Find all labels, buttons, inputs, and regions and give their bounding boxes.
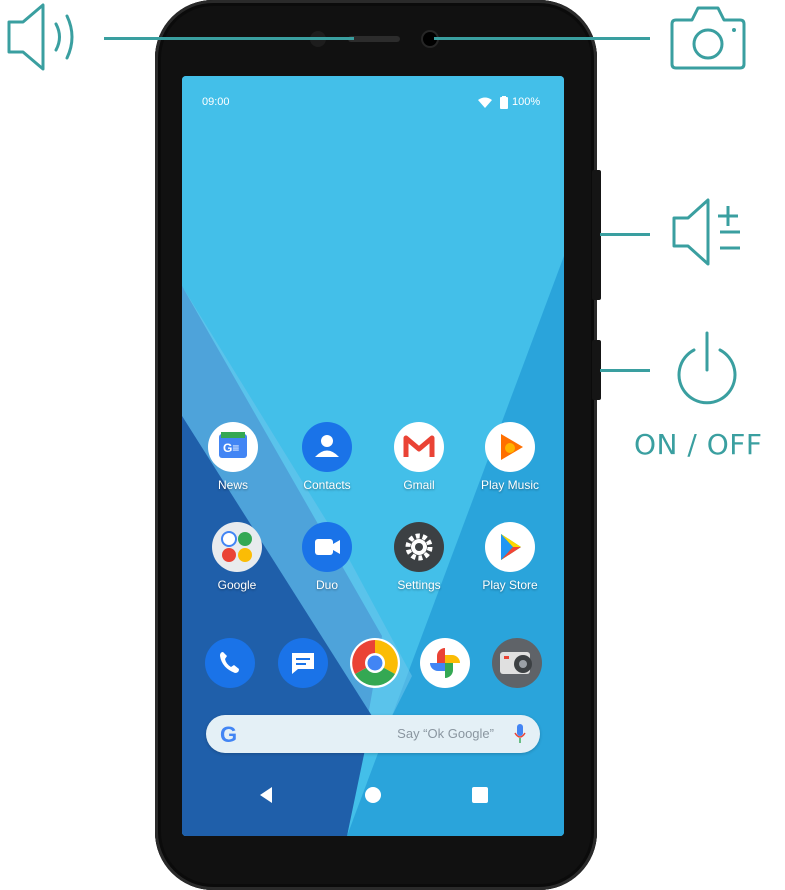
play-store-icon [485,522,535,572]
search-hint: Say “Ok Google” [397,726,494,741]
app-play-music[interactable]: Play Music [465,422,555,492]
duo-icon [302,522,352,572]
camera-icon[interactable] [492,638,542,688]
wifi-icon [478,97,492,108]
app-google-folder[interactable]: Google [192,522,282,592]
status-time: 09:00 [202,96,230,108]
google-search-bar[interactable]: G Say “Ok Google” [206,715,540,753]
earpiece-speaker [348,36,400,42]
app-label: Settings [397,578,441,592]
app-gmail[interactable]: Gmail [374,422,464,492]
app-news[interactable]: G≡ News [188,422,278,492]
app-duo[interactable]: Duo [282,522,372,592]
volume-callout-line [600,233,650,236]
speaker-callout-line [104,37,354,40]
front-camera-icon [670,6,746,70]
app-play-store[interactable]: Play Store [465,522,555,592]
photos-icon[interactable] [420,638,470,688]
phone-icon[interactable] [205,638,255,688]
app-settings[interactable]: Settings [374,522,464,592]
app-label: Google [217,578,257,592]
app-label: Play Music [480,478,539,492]
chrome-icon[interactable] [350,638,400,688]
settings-icon [394,522,444,572]
messages-icon[interactable] [278,638,328,688]
power-label: ON / OFF [634,428,763,461]
google-folder-icon [212,522,262,572]
app-contacts[interactable]: Contacts [282,422,372,492]
contacts-icon [302,422,352,472]
recents-icon[interactable] [472,787,488,803]
volume-up-down-icon [672,198,740,266]
camera-callout-line [434,37,650,40]
microphone-icon[interactable] [514,724,526,744]
home-icon[interactable] [364,786,382,804]
home-screen: 09:00 100% G≡ News Contacts Gmail Play M… [182,76,564,836]
app-label: Play Store [482,578,538,592]
google-logo: G [220,722,238,747]
svg-text:G≡: G≡ [223,441,239,455]
gmail-icon [394,422,444,472]
back-icon[interactable] [258,786,274,804]
speaker-icon [7,3,74,71]
news-icon: G≡ [208,422,258,472]
app-label: News [217,478,248,492]
play-music-icon [485,422,535,472]
app-label: Contacts [303,478,351,492]
app-label: Gmail [403,478,435,492]
app-label: Duo [315,578,338,592]
power-callout-line [600,369,650,372]
battery-percent: 100% [512,96,541,108]
battery-icon [500,96,508,109]
power-icon [677,331,737,405]
